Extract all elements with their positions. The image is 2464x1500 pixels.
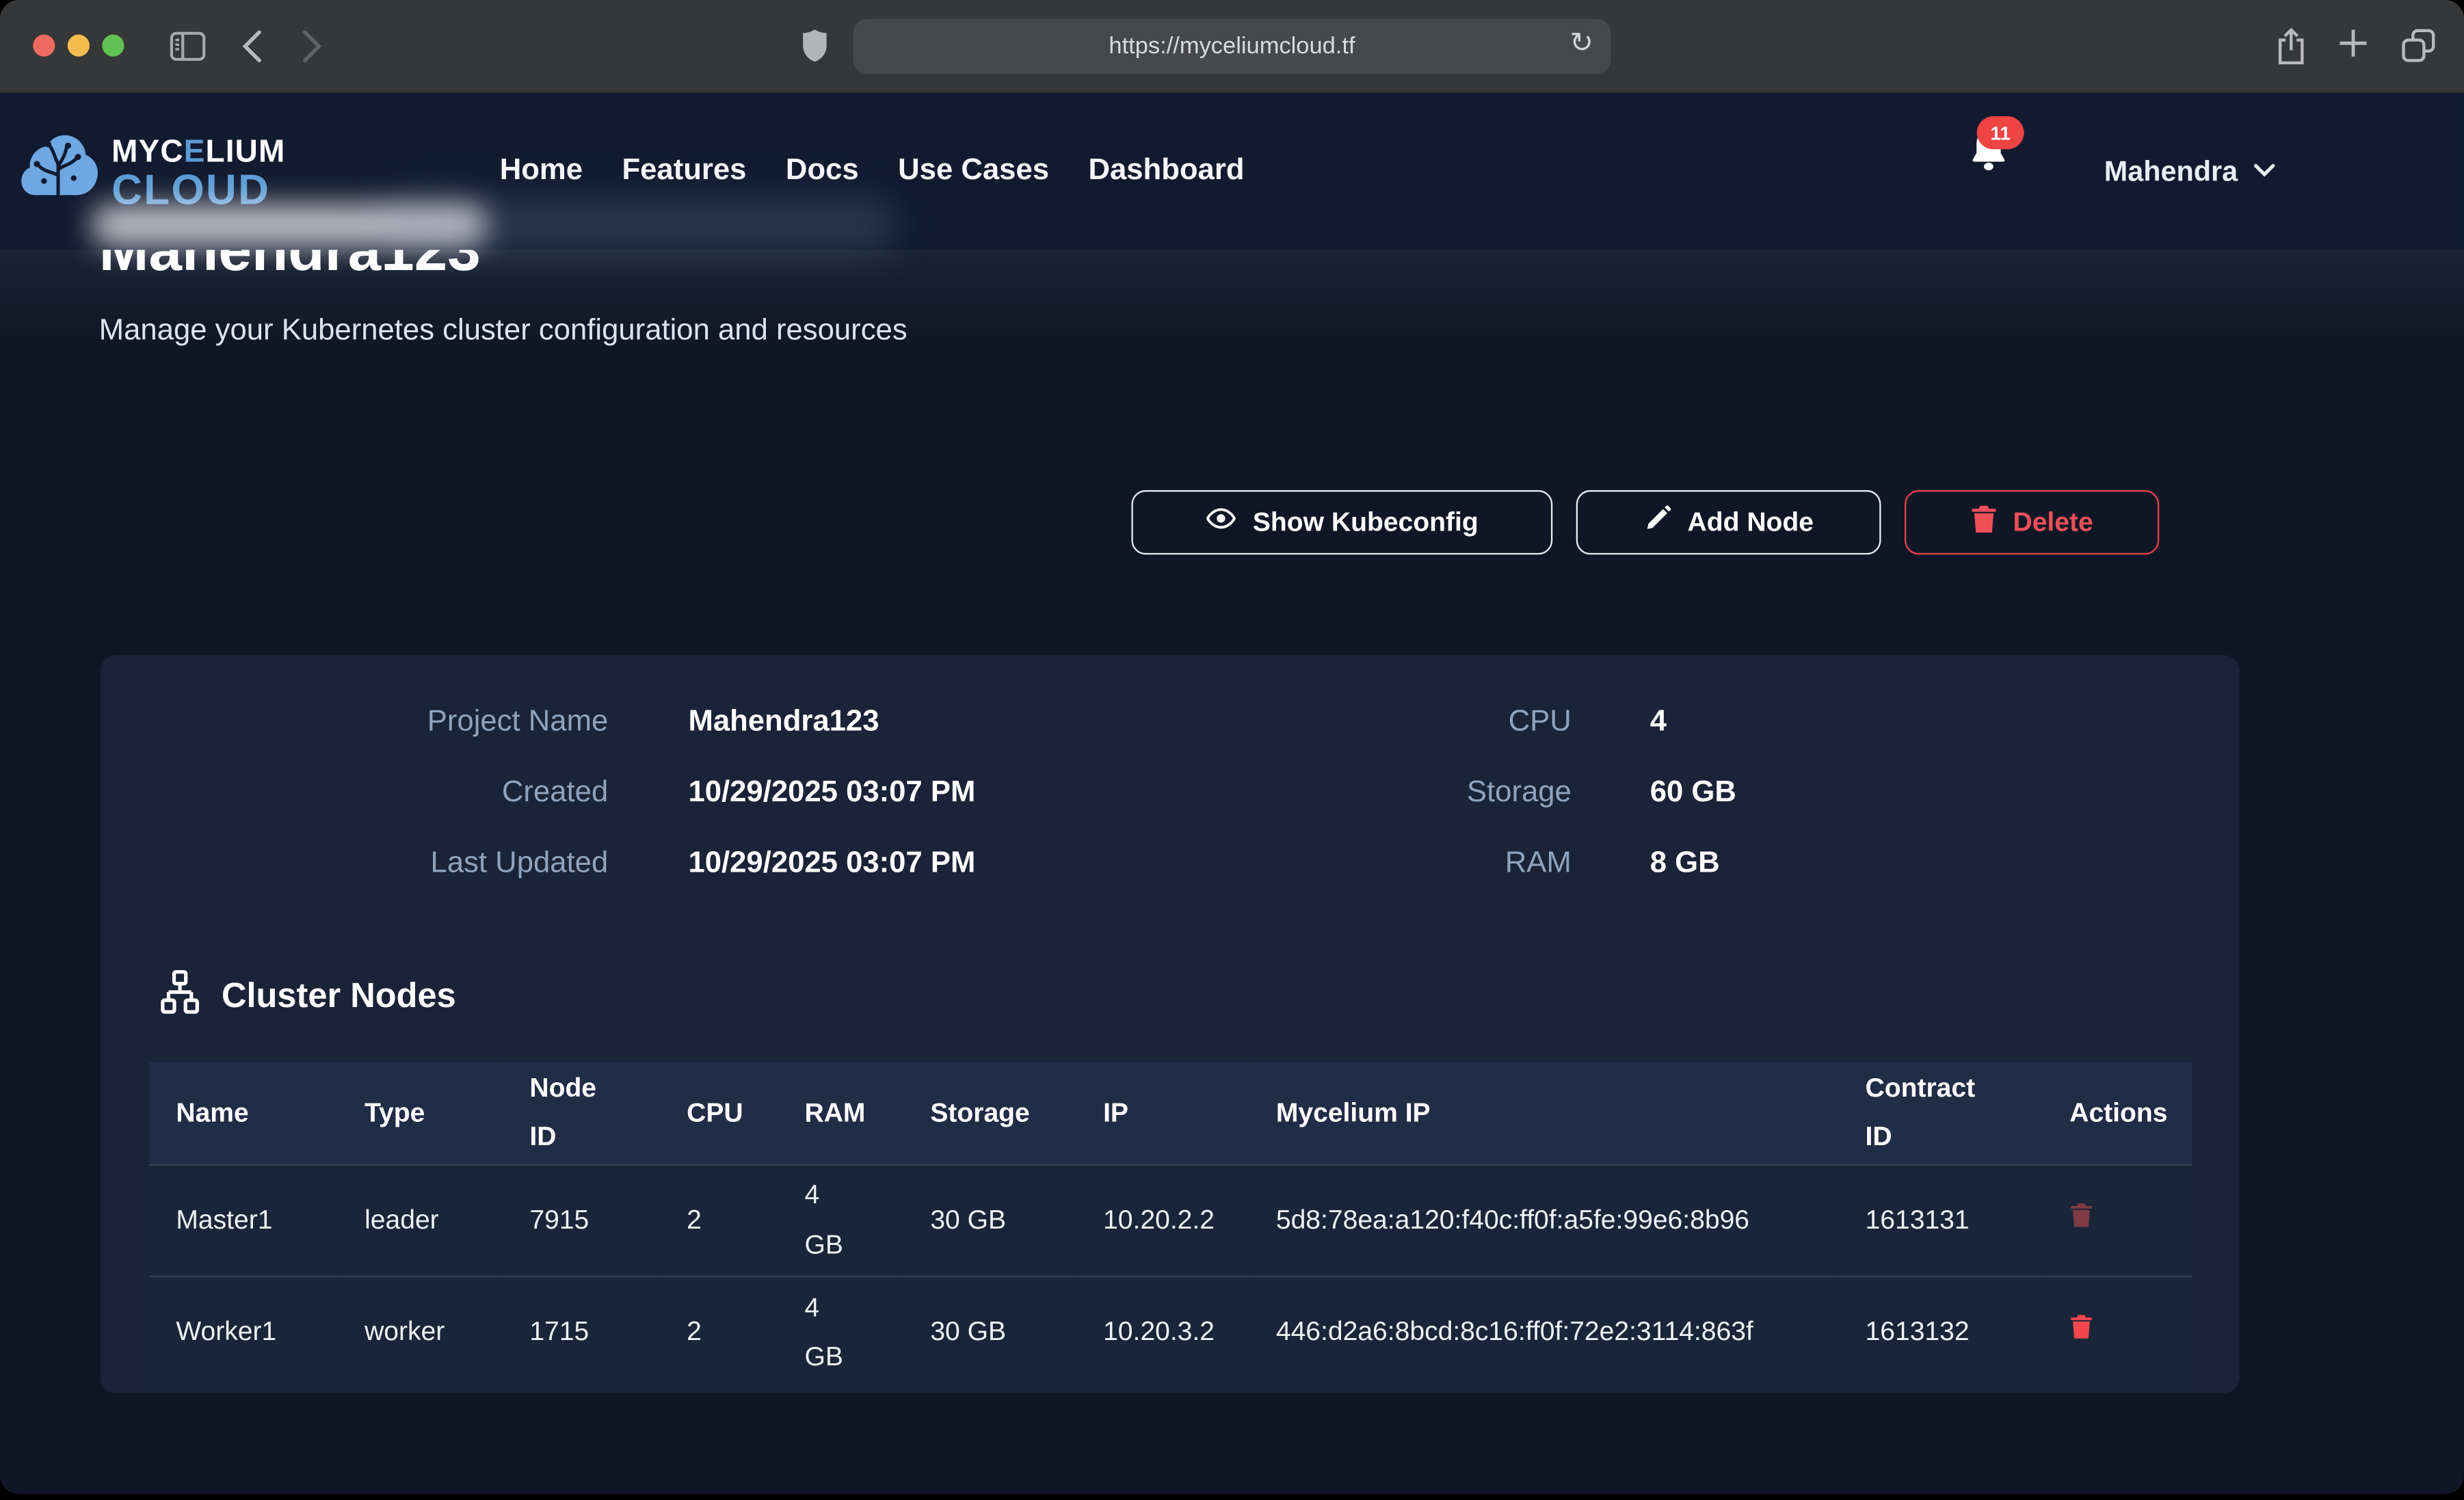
notification-badge: 11: [1977, 116, 2024, 149]
delete-node-button[interactable]: [2069, 1314, 2093, 1345]
ram-value: 8 GB: [1650, 845, 1736, 883]
page-title-clipped: Mahendra123: [99, 250, 1042, 291]
delete-node-button[interactable]: [2069, 1202, 2093, 1233]
page-subtitle: Manage your Kubernetes cluster configura…: [99, 314, 908, 349]
created-label: Created: [204, 775, 609, 812]
address-bar[interactable]: https://myceliumcloud.tf ↻: [853, 19, 1611, 74]
node-mycelium-ip: 5d8:78ea:a120:f40c:ff0f:a5fe:99e6:8b96: [1249, 1165, 1839, 1276]
node-ram: 4 GB: [778, 1276, 903, 1388]
shield-icon[interactable]: [802, 28, 828, 63]
storage-value: 60 GB: [1650, 775, 1736, 812]
cluster-nodes-heading: Cluster Nodes: [157, 969, 456, 1023]
reload-icon[interactable]: ↻: [1569, 27, 1593, 59]
title-blur-smear-tail: [377, 200, 895, 250]
page-title: Mahendra123: [99, 250, 1042, 286]
show-kubeconfig-button[interactable]: Show Kubeconfig: [1131, 490, 1552, 554]
cluster-details-card: Project Name Mahendra123 Created 10/29/2…: [101, 655, 2239, 1393]
minimize-window-button[interactable]: [68, 35, 90, 57]
screen: https://myceliumcloud.tf ↻: [0, 0, 2464, 1500]
project-name-value: Mahendra123: [688, 704, 975, 741]
table-row: Worker1 worker 1715 2 4 GB 30 GB 10.20.3…: [149, 1276, 2192, 1388]
eye-icon: [1206, 503, 1237, 541]
trash-icon: [2069, 1314, 2093, 1345]
add-node-button[interactable]: Add Node: [1576, 490, 1881, 554]
col-name: Name: [149, 1062, 338, 1164]
node-storage: 30 GB: [903, 1276, 1076, 1388]
col-cpu: CPU: [660, 1062, 778, 1164]
mycelium-cloud-logo-icon: [16, 127, 101, 220]
pencil-icon: [1643, 505, 1671, 541]
node-type: worker: [338, 1276, 503, 1388]
col-storage: Storage: [903, 1062, 1076, 1164]
created-value: 10/29/2025 03:07 PM: [688, 775, 975, 812]
last-updated-value: 10/29/2025 03:07 PM: [688, 845, 975, 883]
nav-link-features[interactable]: Features: [622, 154, 746, 189]
node-ip: 10.20.2.2: [1076, 1165, 1249, 1276]
storage-label: Storage: [1379, 775, 1571, 812]
details-right-column: CPU 4 Storage 60 GB RAM 8 GB: [1379, 704, 1736, 883]
cpu-value: 4: [1650, 704, 1736, 741]
bell-icon: [1968, 154, 2010, 180]
cluster-nodes-table: Name Type Node ID CPU RAM Storage IP Myc…: [149, 1062, 2192, 1388]
back-icon[interactable]: [242, 30, 263, 63]
col-ip: IP: [1076, 1062, 1249, 1164]
node-name: Worker1: [149, 1276, 338, 1388]
project-name-label: Project Name: [204, 704, 609, 741]
col-mycelium-ip: Mycelium IP: [1249, 1062, 1839, 1164]
nav-link-dashboard[interactable]: Dashboard: [1088, 154, 1244, 189]
node-id: 1715: [503, 1276, 660, 1388]
network-nodes-icon: [157, 969, 203, 1023]
browser-window: https://myceliumcloud.tf ↻: [0, 0, 2464, 1494]
node-contract-id: 1613131: [1838, 1165, 2043, 1276]
nav-link-use-cases[interactable]: Use Cases: [898, 154, 1049, 189]
node-cpu: 2: [660, 1165, 778, 1276]
col-contract-id: Contract ID: [1838, 1062, 2043, 1164]
ram-label: RAM: [1379, 845, 1571, 883]
forward-icon[interactable]: [302, 30, 322, 63]
tab-overview-icon[interactable]: [2400, 27, 2437, 64]
sidebar-toggle-icon[interactable]: [170, 31, 206, 62]
node-cpu: 2: [660, 1276, 778, 1388]
nav-link-docs[interactable]: Docs: [786, 154, 859, 189]
user-name: Mahendra: [2104, 155, 2238, 187]
col-ram: RAM: [778, 1062, 903, 1164]
notifications-button[interactable]: 11: [1968, 126, 2010, 183]
share-icon[interactable]: [2275, 27, 2307, 66]
col-node-id: Node ID: [503, 1062, 660, 1164]
delete-cluster-button[interactable]: Delete: [1905, 490, 2159, 554]
browser-toolbar: https://myceliumcloud.tf ↻: [0, 0, 2464, 93]
last-updated-label: Last Updated: [204, 845, 609, 883]
table-row: Master1 leader 7915 2 4 GB 30 GB 10.20.2…: [149, 1165, 2192, 1276]
cpu-label: CPU: [1379, 704, 1571, 741]
node-name: Master1: [149, 1165, 338, 1276]
node-actions: [2043, 1165, 2192, 1276]
trash-icon: [1970, 503, 1997, 541]
node-storage: 30 GB: [903, 1165, 1076, 1276]
url-text: https://myceliumcloud.tf: [1109, 33, 1355, 59]
node-id: 7915: [503, 1165, 660, 1276]
node-mycelium-ip: 446:d2a6:8bcd:8c16:ff0f:72e2:3114:863f: [1249, 1276, 1839, 1388]
chevron-down-icon: [2253, 157, 2275, 185]
node-ip: 10.20.3.2: [1076, 1276, 1249, 1388]
nav-link-home[interactable]: Home: [500, 154, 583, 189]
node-ram: 4 GB: [778, 1165, 903, 1276]
col-actions: Actions: [2043, 1062, 2192, 1164]
user-menu[interactable]: Mahendra: [2104, 93, 2276, 250]
table-header-row: Name Type Node ID CPU RAM Storage IP Myc…: [149, 1062, 2192, 1164]
node-type: leader: [338, 1165, 503, 1276]
trash-icon: [2069, 1202, 2093, 1233]
node-actions: [2043, 1276, 2192, 1388]
zoom-window-button[interactable]: [102, 35, 124, 57]
cluster-nodes-title: Cluster Nodes: [222, 976, 456, 1017]
close-window-button[interactable]: [33, 35, 55, 57]
node-contract-id: 1613132: [1838, 1276, 2043, 1388]
details-left-column: Project Name Mahendra123 Created 10/29/2…: [204, 704, 976, 883]
cluster-actions: Show Kubeconfig Add Node Delete: [1131, 490, 2159, 554]
col-type: Type: [338, 1062, 503, 1164]
new-tab-icon[interactable]: [2337, 27, 2370, 59]
logo-wordmark-top: MYCELIUM: [111, 136, 285, 168]
